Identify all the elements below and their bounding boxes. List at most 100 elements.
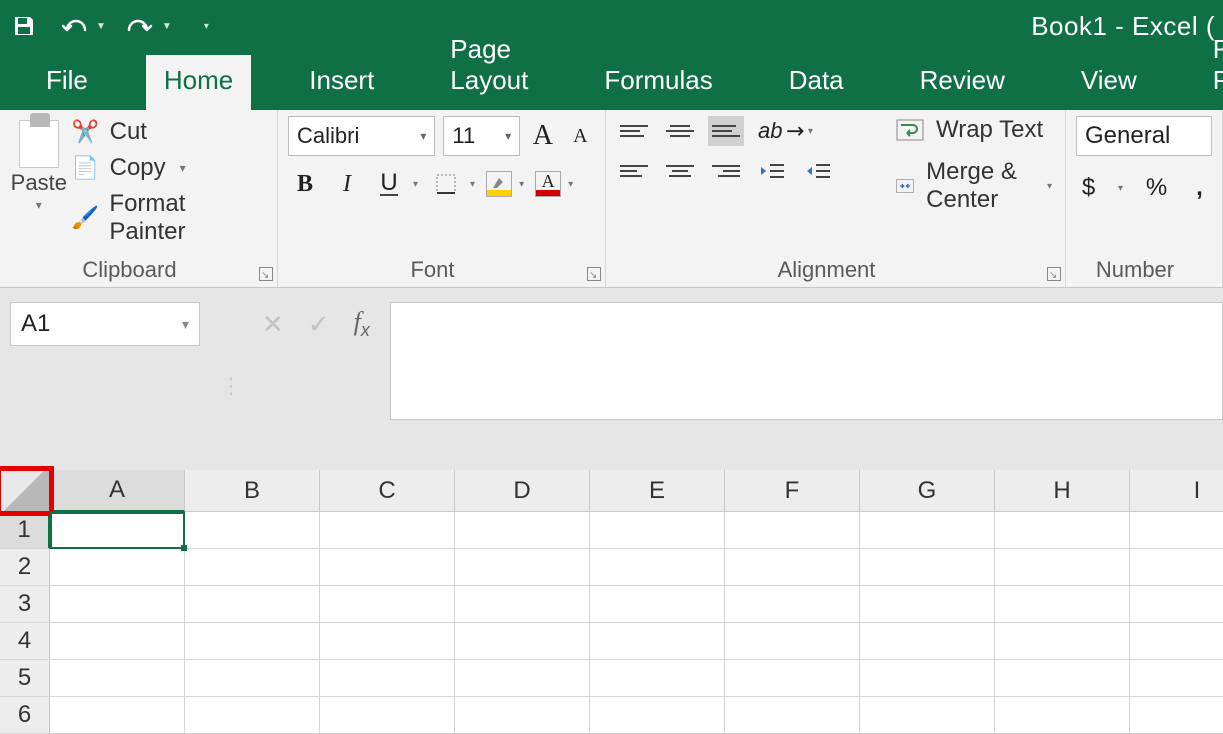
column-header[interactable]: C: [320, 470, 455, 512]
dialog-launcher-icon[interactable]: [259, 267, 273, 281]
cell[interactable]: [1130, 660, 1223, 697]
chevron-down-icon[interactable]: ▾: [1115, 183, 1126, 194]
dialog-launcher-icon[interactable]: [587, 267, 601, 281]
cell[interactable]: [860, 549, 995, 586]
cell[interactable]: [320, 660, 455, 697]
undo-icon[interactable]: [58, 10, 90, 42]
chevron-down-icon[interactable]: ▾: [1044, 181, 1055, 192]
bold-button[interactable]: B: [288, 166, 322, 202]
paste-button[interactable]: Paste ▾: [10, 116, 68, 259]
decrease-font-size-button[interactable]: A: [566, 118, 595, 154]
cell[interactable]: [725, 586, 860, 623]
wrap-text-button[interactable]: Wrap Text: [896, 116, 1055, 144]
cell[interactable]: [320, 512, 455, 549]
increase-font-size-button[interactable]: A: [528, 118, 557, 154]
tab-review[interactable]: Review: [902, 55, 1023, 110]
cell[interactable]: [455, 660, 590, 697]
cell[interactable]: [725, 549, 860, 586]
tab-page-layout[interactable]: Page Layout: [432, 24, 546, 110]
column-header[interactable]: B: [185, 470, 320, 512]
cell[interactable]: [860, 660, 995, 697]
accounting-format-button[interactable]: $: [1076, 170, 1101, 206]
formula-bar[interactable]: [390, 302, 1223, 420]
cell[interactable]: [590, 586, 725, 623]
orientation-button[interactable]: ab↗▾: [754, 118, 820, 144]
cell[interactable]: [590, 512, 725, 549]
chevron-down-icon[interactable]: ▼: [96, 21, 106, 32]
column-header[interactable]: G: [860, 470, 995, 512]
undo-split-button[interactable]: ▼: [58, 10, 106, 42]
row-header[interactable]: 2: [0, 549, 50, 586]
underline-button[interactable]: U: [372, 166, 406, 202]
align-middle-button[interactable]: [662, 116, 698, 146]
cell[interactable]: [995, 623, 1130, 660]
format-painter-button[interactable]: 🖌️Format Painter: [72, 190, 267, 246]
tab-insert[interactable]: Insert: [291, 55, 392, 110]
comma-format-button[interactable]: ,: [1187, 170, 1212, 206]
redo-split-button[interactable]: ▼: [124, 10, 172, 42]
cell[interactable]: [50, 697, 185, 734]
cancel-formula-button[interactable]: ✕: [262, 309, 284, 340]
cell[interactable]: [995, 586, 1130, 623]
cell[interactable]: [50, 512, 185, 549]
tab-data[interactable]: Data: [771, 55, 862, 110]
cell[interactable]: [860, 623, 995, 660]
cell[interactable]: [185, 660, 320, 697]
cell[interactable]: [50, 586, 185, 623]
cell[interactable]: [1130, 697, 1223, 734]
cell[interactable]: [860, 512, 995, 549]
cell[interactable]: [320, 623, 455, 660]
row-header[interactable]: 5: [0, 660, 50, 697]
tab-view[interactable]: View: [1063, 55, 1155, 110]
align-top-button[interactable]: [616, 116, 652, 146]
fill-color-button[interactable]: [486, 171, 512, 197]
cell[interactable]: [1130, 623, 1223, 660]
tab-foxit-pdf[interactable]: Foxit PDF: [1195, 24, 1223, 110]
align-right-button[interactable]: [708, 156, 744, 186]
save-icon[interactable]: [8, 10, 40, 42]
cell[interactable]: [185, 512, 320, 549]
cell[interactable]: [1130, 586, 1223, 623]
increase-indent-button[interactable]: [800, 156, 836, 186]
customize-qat-icon[interactable]: ▾: [204, 21, 209, 32]
column-header[interactable]: F: [725, 470, 860, 512]
number-format-combo[interactable]: General: [1076, 116, 1212, 156]
column-header[interactable]: A: [50, 470, 185, 512]
row-header[interactable]: 3: [0, 586, 50, 623]
align-center-button[interactable]: [662, 156, 698, 186]
tab-formulas[interactable]: Formulas: [586, 55, 730, 110]
row-header[interactable]: 1: [0, 512, 50, 549]
chevron-down-icon[interactable]: ▾: [467, 179, 478, 190]
cell[interactable]: [50, 623, 185, 660]
cell[interactable]: [1130, 549, 1223, 586]
cell[interactable]: [320, 697, 455, 734]
chevron-down-icon[interactable]: ▾: [36, 198, 42, 212]
redo-icon[interactable]: [124, 10, 156, 42]
merge-center-button[interactable]: Merge & Center ▾: [896, 158, 1055, 214]
cell[interactable]: [995, 512, 1130, 549]
cell[interactable]: [455, 623, 590, 660]
cell[interactable]: [320, 549, 455, 586]
cell[interactable]: [725, 660, 860, 697]
cut-button[interactable]: ✂️Cut: [72, 118, 267, 146]
cell[interactable]: [185, 697, 320, 734]
font-name-combo[interactable]: Calibri▾: [288, 116, 435, 156]
cell[interactable]: [320, 586, 455, 623]
cell[interactable]: [725, 623, 860, 660]
percent-format-button[interactable]: %: [1144, 170, 1169, 206]
dialog-launcher-icon[interactable]: [1047, 267, 1061, 281]
align-bottom-button[interactable]: [708, 116, 744, 146]
cell[interactable]: [860, 586, 995, 623]
borders-button[interactable]: [429, 166, 463, 202]
cell[interactable]: [590, 697, 725, 734]
column-header[interactable]: I: [1130, 470, 1223, 512]
cell[interactable]: [1130, 512, 1223, 549]
font-size-combo[interactable]: 11▾: [443, 116, 520, 156]
row-header[interactable]: 4: [0, 623, 50, 660]
font-color-button[interactable]: A: [535, 171, 561, 197]
italic-button[interactable]: I: [330, 166, 364, 202]
cell[interactable]: [725, 512, 860, 549]
chevron-down-icon[interactable]: ▾: [410, 179, 421, 190]
cell[interactable]: [185, 586, 320, 623]
cell[interactable]: [860, 697, 995, 734]
